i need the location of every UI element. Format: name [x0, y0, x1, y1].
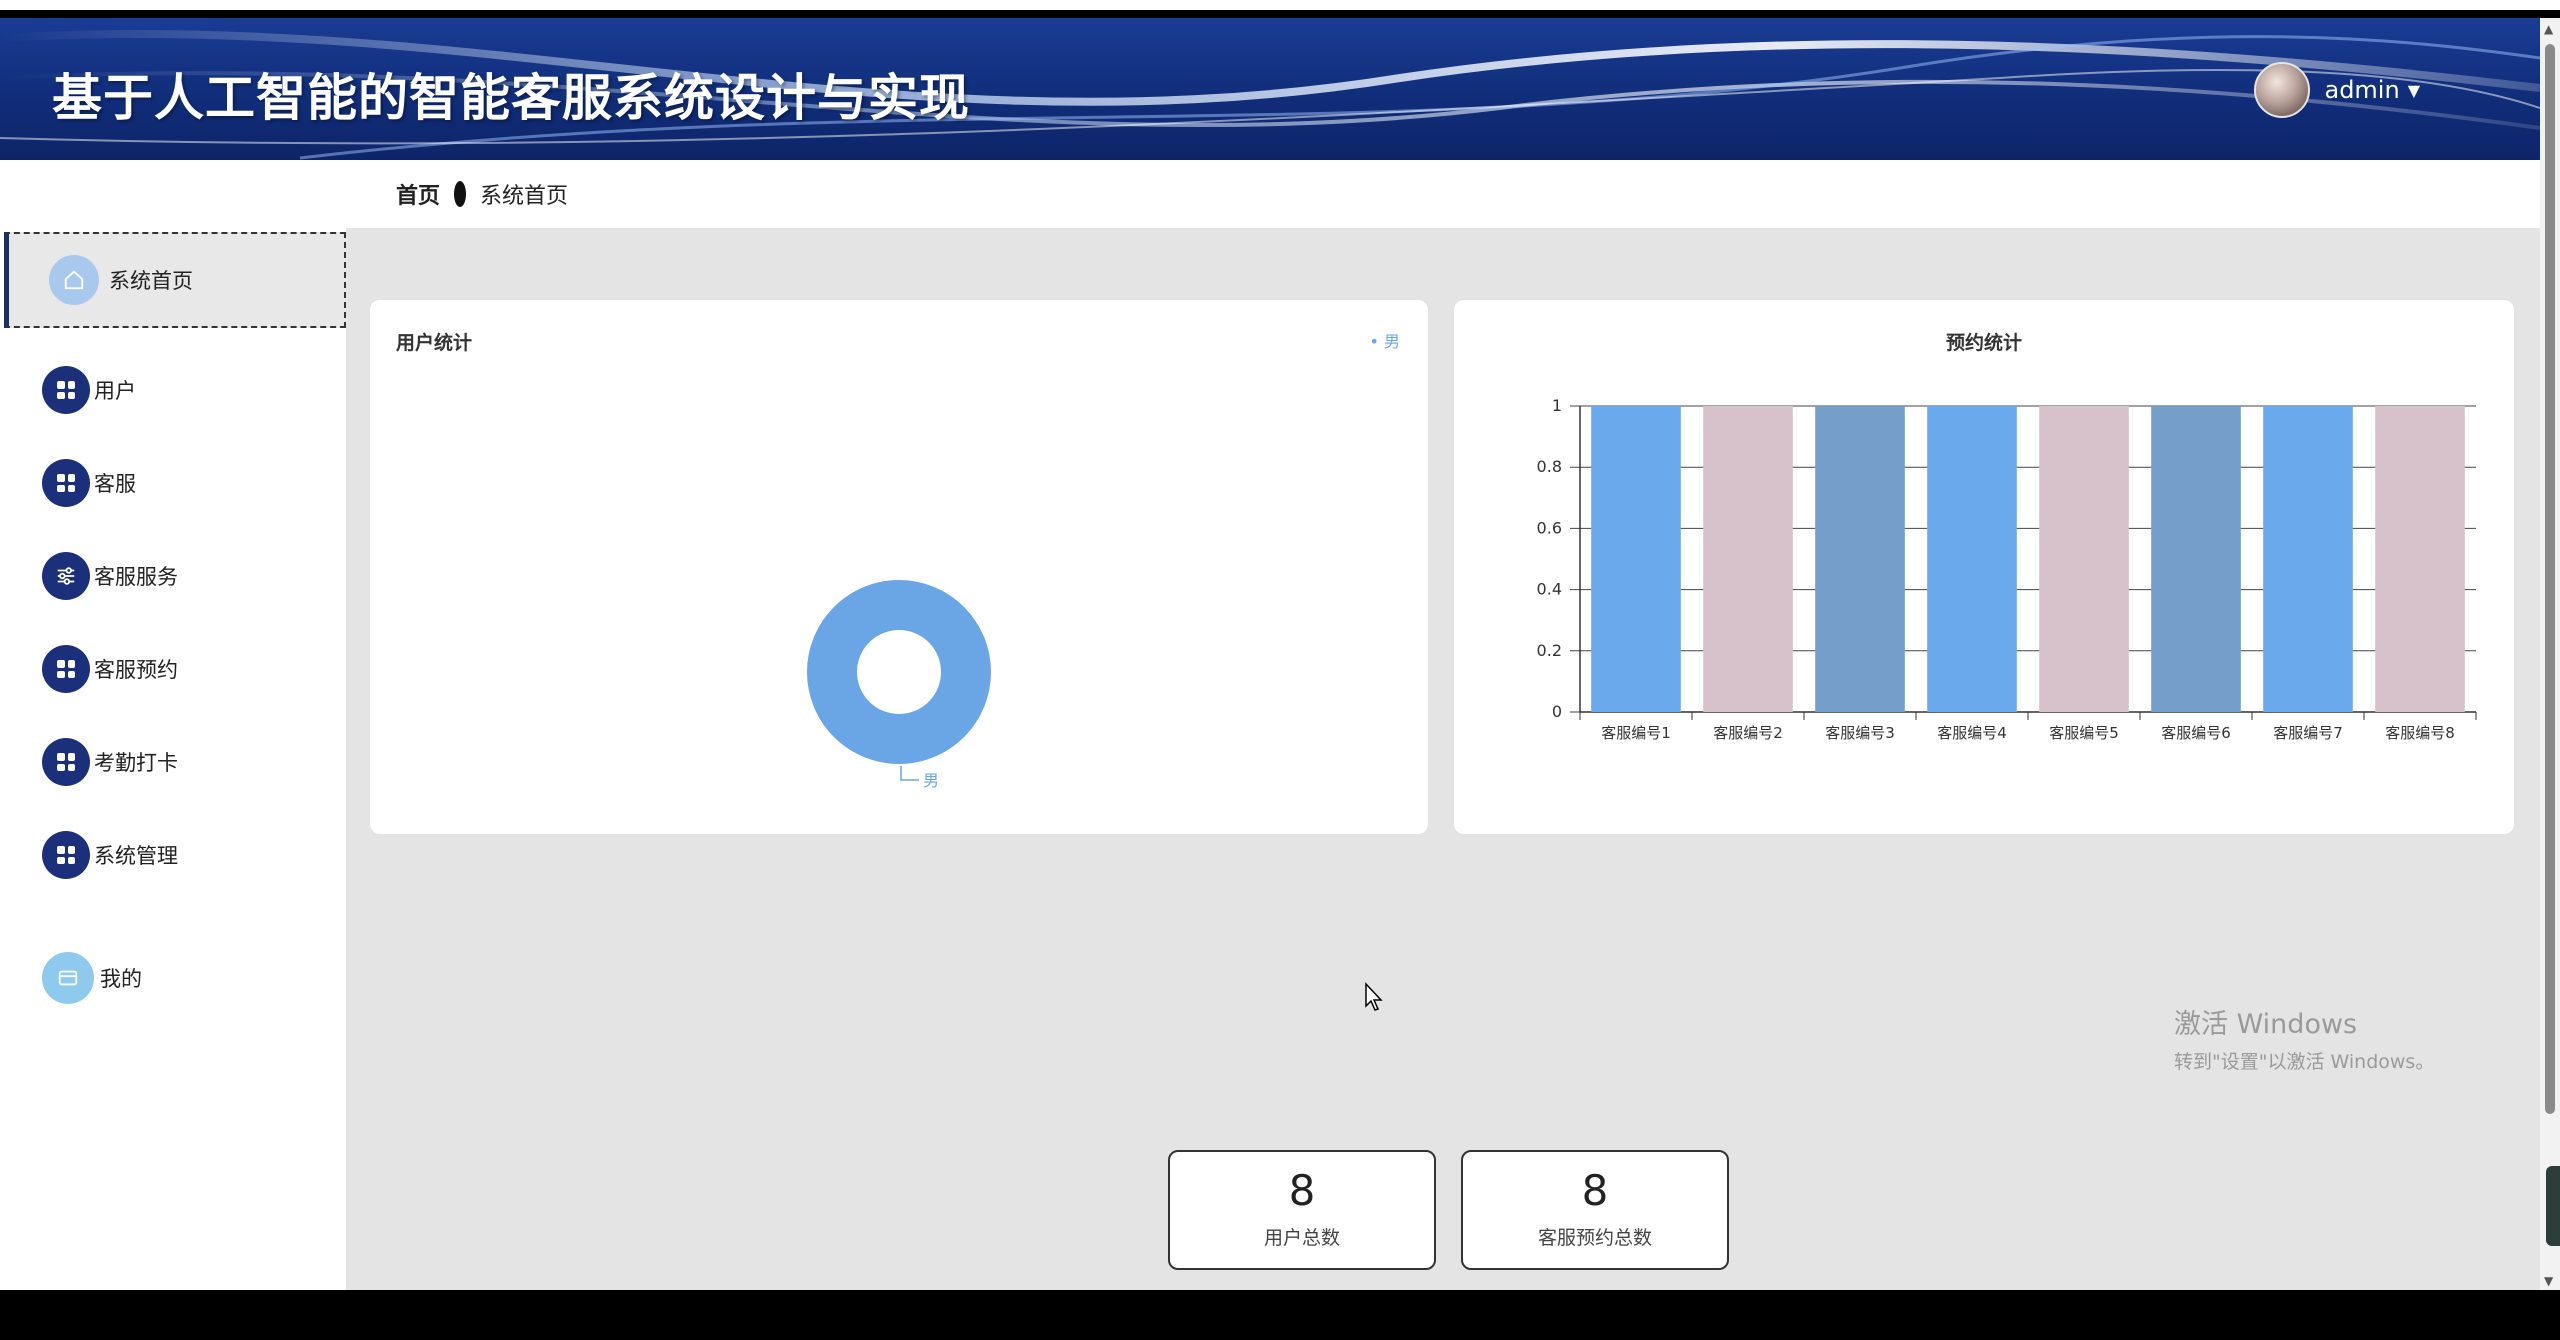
bottom-bar — [0, 1290, 2560, 1340]
grid-icon — [42, 645, 90, 693]
card-icon — [42, 952, 94, 1004]
windows-activation-watermark: 激活 Windows 转到"设置"以激活 Windows。 — [2174, 1002, 2434, 1074]
sidebar-item-label: 客服预约 — [94, 658, 178, 682]
breadcrumb-bar: 首页 系统首页 — [346, 160, 2540, 228]
top-strip-dark — [0, 10, 2560, 18]
x-tick-label: 客服编号1 — [1601, 724, 1671, 742]
sidebar-item-label: 用户 — [94, 379, 136, 403]
bar[interactable] — [1703, 406, 1793, 712]
bar[interactable] — [2263, 406, 2353, 712]
bar[interactable] — [2375, 406, 2465, 712]
appointment-stats-card: 预约统计 0 0.2 0.4 0.6 0.8 1 客服编号1 客服编号2 客服编号3 客服编号4 客… — [1454, 300, 2514, 834]
sliders-icon — [42, 552, 90, 600]
y-tick-label: 1 — [1552, 396, 1562, 415]
app-title: 基于人工智能的智能客服系统设计与实现 — [52, 69, 970, 127]
y-tick-label: 0 — [1552, 702, 1562, 721]
vertical-scrollbar[interactable]: ▲ ▼ — [2540, 18, 2560, 1290]
stat-value: 8 — [1581, 1166, 1609, 1215]
x-tick-label: 客服编号2 — [1713, 724, 1783, 742]
stat-label: 客服预约总数 — [1537, 1227, 1652, 1249]
scrollbar-thumb[interactable] — [2545, 44, 2555, 1114]
bar[interactable] — [1927, 406, 2017, 712]
pie-label: 男 — [923, 771, 939, 790]
scroll-up-icon[interactable]: ▲ — [2544, 22, 2553, 36]
user-menu[interactable]: admin ▼ — [2254, 62, 2420, 118]
sidebar: 系统首页 用户 客服 客服服务 客服预约 考勤打卡 系统管理 我的 — [0, 160, 346, 1290]
username[interactable]: admin — [2324, 76, 2399, 104]
avatar[interactable] — [2254, 62, 2311, 118]
sidebar-item-label: 客服 — [94, 472, 136, 496]
grid-icon — [42, 459, 90, 507]
bar[interactable] — [2151, 406, 2241, 712]
sidebar-item-system-management[interactable]: 系统管理 — [42, 831, 178, 879]
caret-down-icon[interactable]: ▼ — [2408, 81, 2420, 100]
bar[interactable] — [1591, 406, 1681, 712]
breadcrumb-separator — [454, 181, 467, 207]
sidebar-item-home[interactable]: 系统首页 — [4, 232, 346, 328]
y-tick-label: 0.2 — [1537, 641, 1562, 660]
y-tick-label: 0.4 — [1537, 580, 1562, 599]
page-content: 系统首页 用户 客服 客服服务 客服预约 考勤打卡 系统管理 我的 首页 系统首… — [0, 160, 2540, 1290]
user-stats-card: 用户统计 • 男 男 — [370, 300, 1428, 834]
x-tick-label: 客服编号5 — [2049, 724, 2119, 742]
x-tick-label: 客服编号4 — [1937, 724, 2007, 742]
grid-icon — [42, 738, 90, 786]
pie-label-line — [900, 766, 919, 781]
sidebar-item-label: 系统首页 — [109, 269, 193, 293]
x-tick-label: 客服编号7 — [2273, 724, 2343, 742]
side-panel-tab[interactable] — [2546, 1166, 2560, 1246]
stat-label: 用户总数 — [1263, 1227, 1340, 1249]
mouse-cursor-icon — [1365, 982, 1383, 1011]
breadcrumb-home[interactable]: 首页 — [396, 178, 440, 210]
x-tick-label: 客服编号6 — [2161, 724, 2231, 742]
watermark-line2: 转到"设置"以激活 Windows。 — [2174, 1051, 2435, 1073]
sidebar-item-label: 客服服务 — [94, 565, 178, 589]
sidebar-item-mine[interactable]: 我的 — [42, 952, 142, 1004]
watermark-line1: 激活 Windows — [2174, 1009, 2358, 1040]
screen-frame: 基于人工智能的智能客服系统设计与实现 admin ▼ 系统首页 用户 客服 客服… — [0, 0, 2560, 1340]
x-tick-label: 客服编号8 — [2385, 724, 2455, 742]
sidebar-item-cs-appointments[interactable]: 客服预约 — [42, 645, 178, 693]
user-pie-chart: 男 — [807, 580, 991, 790]
home-icon — [49, 255, 99, 305]
grid-icon — [42, 366, 90, 414]
bar[interactable] — [2039, 406, 2129, 712]
sidebar-item-cs-services[interactable]: 客服服务 — [42, 552, 178, 600]
sidebar-item-attendance[interactable]: 考勤打卡 — [42, 738, 178, 786]
bar[interactable] — [1815, 406, 1905, 712]
sidebar-item-label: 我的 — [100, 967, 142, 991]
sidebar-item-label: 考勤打卡 — [94, 751, 178, 775]
sidebar-item-label: 系统管理 — [94, 844, 178, 868]
x-tick-label: 客服编号3 — [1825, 724, 1895, 742]
app-header: 基于人工智能的智能客服系统设计与实现 admin ▼ — [0, 18, 2540, 160]
breadcrumb-current: 系统首页 — [480, 184, 569, 209]
top-strip — [0, 0, 2560, 10]
grid-icon — [42, 831, 90, 879]
pie-slice[interactable] — [807, 580, 991, 764]
appointment-bar-chart: 0 0.2 0.4 0.6 0.8 1 客服编号1 客服编号2 客服编号3 客服编号4 客服编号5 客… — [1537, 396, 2477, 742]
breadcrumb: 首页 系统首页 — [396, 178, 568, 210]
sidebar-item-users[interactable]: 用户 — [42, 366, 136, 414]
y-tick-label: 0.6 — [1537, 518, 1562, 537]
stat-value: 8 — [1288, 1166, 1316, 1215]
sidebar-item-customer-service[interactable]: 客服 — [42, 459, 136, 507]
stat-total-appointments: 8 客服预约总数 — [1461, 1150, 1729, 1270]
scroll-down-icon[interactable]: ▼ — [2544, 1274, 2553, 1288]
stat-total-users: 8 用户总数 — [1168, 1150, 1436, 1270]
y-tick-label: 0.8 — [1537, 457, 1562, 476]
